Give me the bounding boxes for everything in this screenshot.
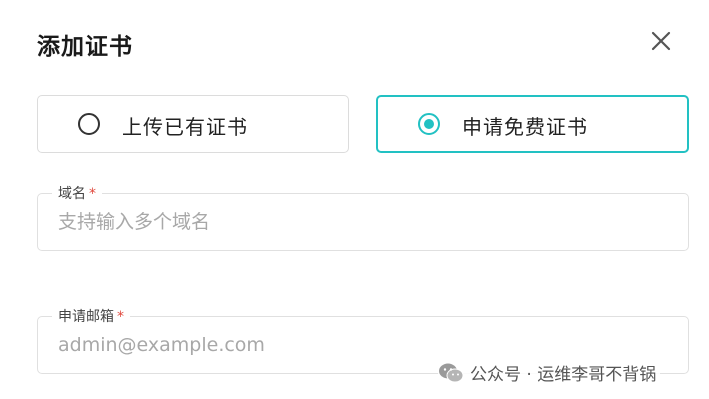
option-upload-existing-cert[interactable]: 上传已有证书 — [37, 95, 349, 153]
option-label: 上传已有证书 — [122, 115, 248, 139]
email-label: 申请邮箱 * — [52, 306, 130, 326]
radio-checked-icon[interactable] — [418, 113, 440, 135]
watermark: 公众号 · 运维李哥不背锅 — [438, 360, 661, 385]
wechat-icon — [439, 363, 464, 382]
watermark-text: 公众号 · 运维李哥不背锅 — [470, 365, 657, 385]
radio-unchecked-icon[interactable] — [78, 113, 100, 135]
dialog-title: 添加证书 — [37, 34, 133, 60]
domain-input[interactable] — [58, 208, 658, 236]
email-input[interactable] — [58, 331, 658, 359]
close-icon — [651, 31, 671, 51]
domain-label: 域名 * — [52, 183, 102, 203]
required-mark: * — [117, 309, 124, 325]
option-label: 申请免费证书 — [462, 115, 588, 139]
close-button[interactable] — [648, 28, 674, 54]
domain-field: 域名 * — [37, 183, 689, 251]
option-apply-free-cert[interactable]: 申请免费证书 — [376, 95, 689, 153]
required-mark: * — [89, 186, 96, 202]
